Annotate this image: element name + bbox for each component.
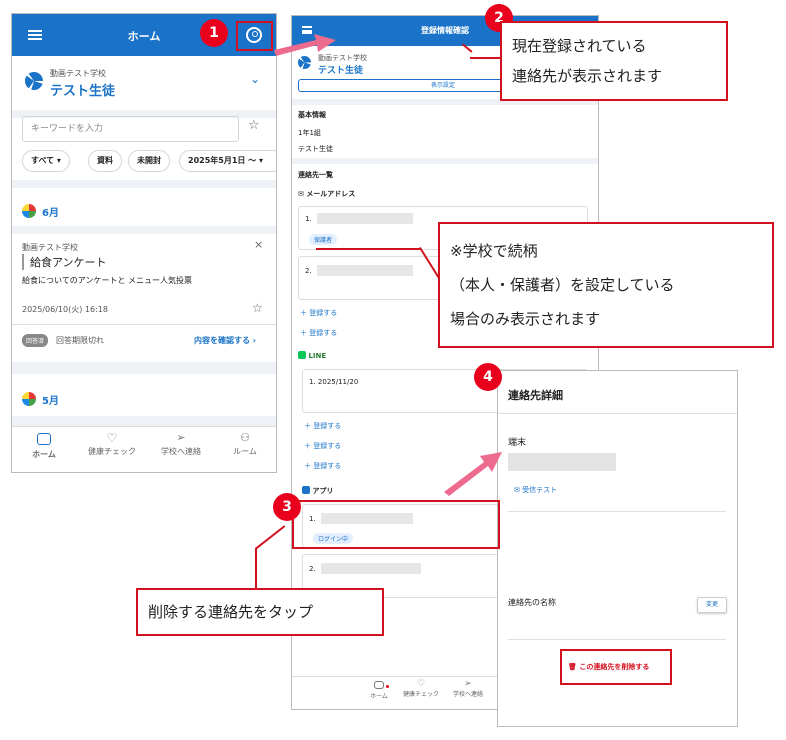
change-button[interactable]: 変更 <box>697 597 727 613</box>
star-icon[interactable]: ☆ <box>248 118 260 133</box>
divider <box>292 158 598 164</box>
heart-icon: ♡ <box>106 431 118 445</box>
detail-title: 連絡先詳細 <box>508 389 563 402</box>
month-heading: 6月 <box>42 208 59 219</box>
callout-pointer <box>255 548 257 588</box>
send-icon: ➢ <box>176 431 186 444</box>
trash-icon: 🗑 <box>568 663 577 671</box>
item-description: 給食についてのアンケートと メニュー人気投票 <box>22 276 192 285</box>
add-line-link[interactable]: ＋ 登録する <box>304 421 341 431</box>
app-icon <box>302 486 310 494</box>
status-badge: 回答済 <box>22 334 49 347</box>
relation-badge: 保護者 <box>309 234 338 245</box>
school-name: 動画テスト学校 <box>50 69 106 78</box>
flower-icon <box>22 392 36 406</box>
device-label: 端末 <box>508 438 527 448</box>
masked-device-name <box>508 453 616 471</box>
filter-chip-all[interactable]: すべて ▾ <box>22 150 70 172</box>
tab-home[interactable]: ホーム <box>364 681 394 700</box>
flower-icon <box>22 204 36 218</box>
people-icon: ⚇ <box>240 431 250 444</box>
home-screen: ホーム 動画テスト学校 テスト生徒 ⌄ キーワードを入力 ☆ すべて ▾ 資料 … <box>11 13 277 473</box>
app-section: アプリ <box>302 486 333 496</box>
notification-dot <box>386 685 389 688</box>
line-contact-date: 1. 2025/11/20 <box>309 378 359 386</box>
app-contact-highlight <box>292 500 500 549</box>
mail-icon: ✉ <box>514 486 520 494</box>
divider <box>12 226 276 234</box>
tab-contact-school[interactable]: ➢ 学校へ連絡 <box>148 431 214 457</box>
search-input[interactable]: キーワードを入力 <box>22 116 239 142</box>
tab-home[interactable]: ホーム <box>12 433 76 460</box>
callout-tap-contact: 削除する連絡先をタップ <box>136 588 384 636</box>
arrow-icon <box>274 34 336 56</box>
status-text: 回答期限切れ <box>56 336 104 345</box>
divider <box>12 416 276 426</box>
send-icon: ➢ <box>464 679 472 689</box>
grade-text: 1年1組 <box>298 129 321 137</box>
divider <box>12 180 276 188</box>
filter-chip-date[interactable]: 2025年5月1日 ～ ▾ <box>179 150 276 172</box>
divider <box>12 324 276 325</box>
account-icon-highlight <box>236 21 273 51</box>
confirm-link[interactable]: 内容を確認する › <box>194 335 256 346</box>
add-line-link[interactable]: ＋ 登録する <box>304 461 341 471</box>
add-email-link[interactable]: ＋ 登録する <box>300 328 337 338</box>
arrow-icon <box>444 452 502 496</box>
line-icon <box>298 351 306 359</box>
heart-icon: ♡ <box>416 679 426 689</box>
contacts-heading: 連絡先一覧 <box>298 171 333 179</box>
masked-email <box>317 265 413 276</box>
tab-health[interactable]: ♡ 健康チェック <box>76 431 148 457</box>
masked-device <box>321 563 421 574</box>
list-item[interactable]: 動画テスト学校 × 給食アンケート 給食についてのアンケートと メニュー人気投票… <box>12 234 276 322</box>
add-line-link[interactable]: ＋ 登録する <box>304 441 341 451</box>
callout-registered-contacts: 現在登録されている 連絡先が表示されます <box>500 21 728 101</box>
callout-pointer <box>316 248 420 250</box>
item-school: 動画テスト学校 <box>22 243 78 252</box>
item-datetime: 2025/06/10(火) 16:18 <box>22 305 108 314</box>
school-logo-icon <box>25 72 43 90</box>
item-title: 給食アンケート <box>22 254 107 270</box>
filter-chip-unopened[interactable]: 未開封 <box>128 150 170 172</box>
step-badge-1: 1 <box>200 19 228 47</box>
step-badge-3: 3 <box>273 493 301 521</box>
email-section: ✉ メールアドレス <box>298 190 356 198</box>
masked-email <box>317 213 413 224</box>
chevron-down-icon[interactable]: ⌄ <box>250 72 260 86</box>
step-badge-4: 4 <box>474 363 502 391</box>
filter-chip-docs[interactable]: 資料 <box>88 150 122 172</box>
divider <box>12 362 276 374</box>
callout-relation-note: ※学校で続柄 （本人・保護者）を設定している 場合のみ表示されます <box>438 222 774 348</box>
divider <box>498 413 737 414</box>
student-text: テスト生徒 <box>298 145 333 153</box>
star-icon[interactable]: ☆ <box>252 301 263 315</box>
inbox-icon <box>37 433 51 445</box>
student-name: テスト生徒 <box>318 66 364 76</box>
contact-name-label: 連絡先の名称 <box>508 598 556 607</box>
bottom-tab-bar: ホーム ♡ 健康チェック ➢ 学校へ連絡 ⚇ ルーム <box>12 426 276 472</box>
add-email-link[interactable]: ＋ 登録する <box>300 308 337 318</box>
receive-test-link[interactable]: ✉ 受信テスト <box>514 485 557 495</box>
contact-detail-screen: 連絡先詳細 端末 ✉ 受信テスト 連絡先の名称 変更 🗑 この連絡先を削除する <box>497 370 738 727</box>
tab-room[interactable]: ⚇ ルーム <box>214 431 276 457</box>
divider <box>508 511 726 512</box>
student-name[interactable]: テスト生徒 <box>50 80 115 99</box>
close-icon[interactable]: × <box>254 238 263 251</box>
callout-pointer <box>255 525 286 550</box>
tab-contact-school[interactable]: ➢ 学校へ連絡 <box>446 679 490 698</box>
divider <box>508 639 726 640</box>
callout-pointer <box>470 57 500 59</box>
basic-info-heading: 基本情報 <box>298 111 326 119</box>
line-section: LINE <box>298 351 326 360</box>
month-heading: 5月 <box>42 396 59 407</box>
inbox-icon <box>374 681 384 689</box>
tab-health[interactable]: ♡ 健康チェック <box>398 679 444 698</box>
delete-contact-button[interactable]: 🗑 この連絡先を削除する <box>568 662 649 672</box>
mail-icon: ✉ <box>298 190 304 198</box>
